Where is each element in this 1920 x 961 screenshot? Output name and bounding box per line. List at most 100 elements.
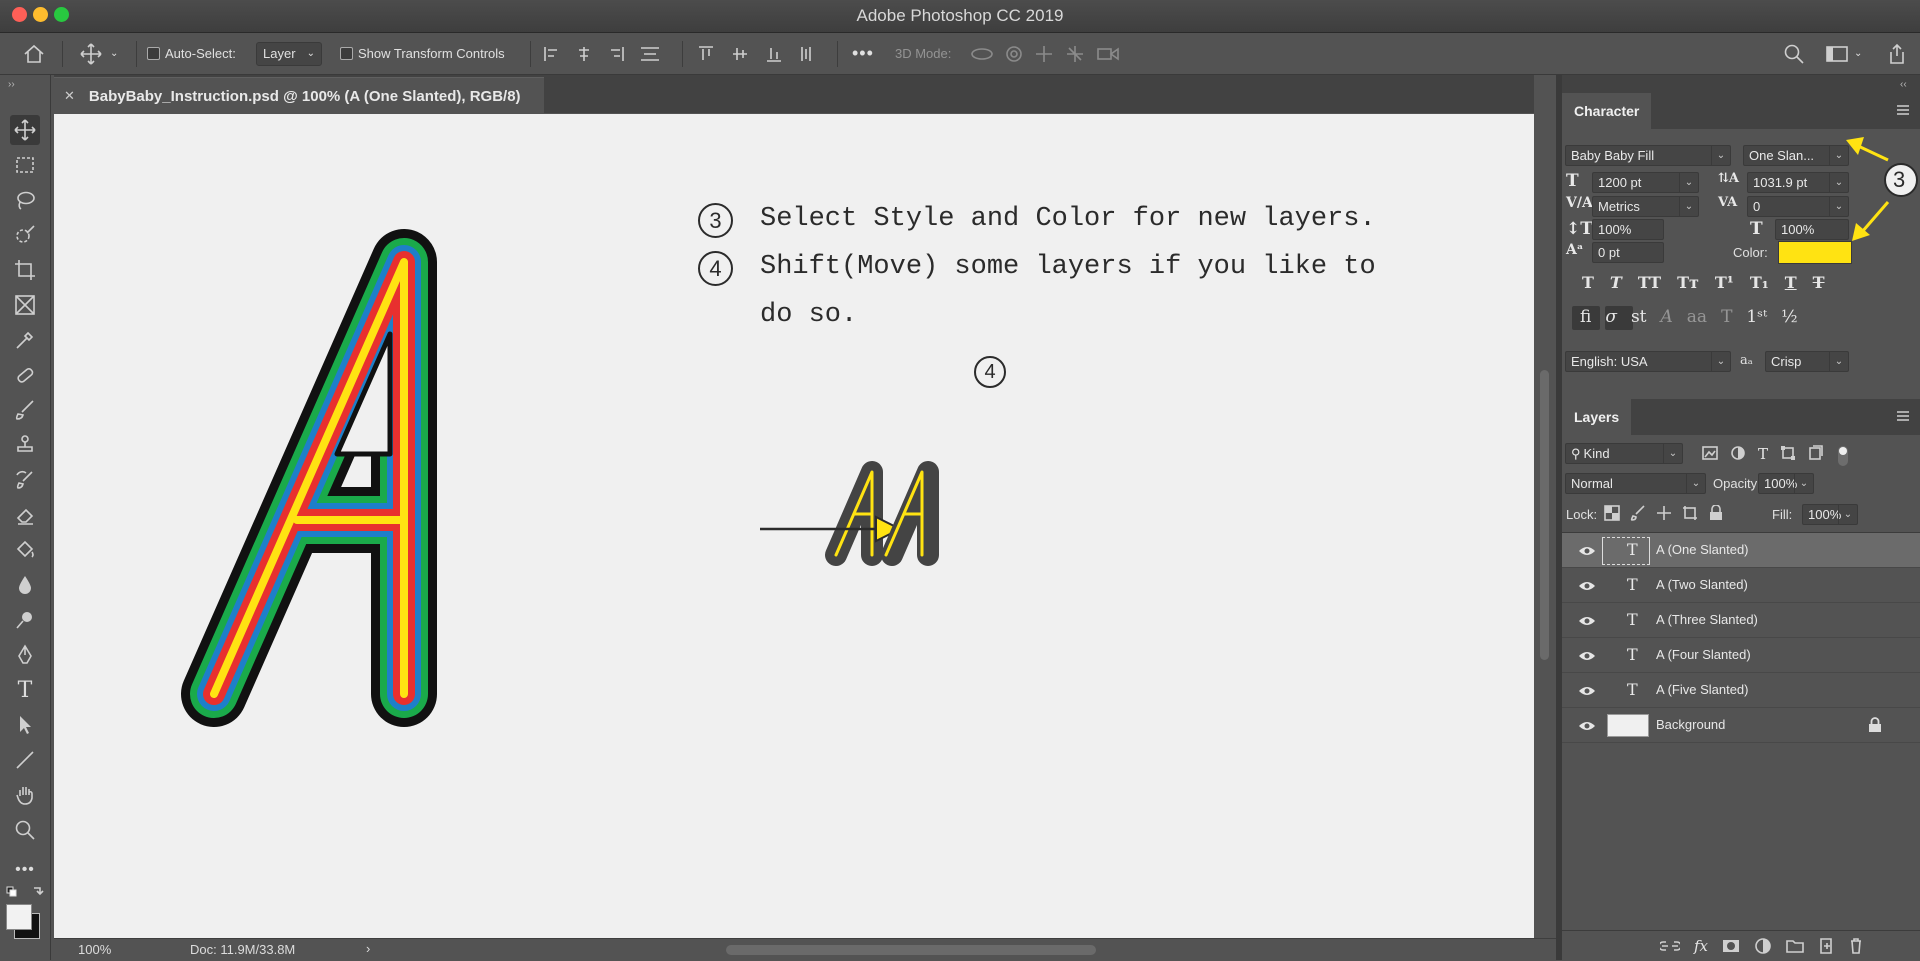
filter-toggle-icon[interactable]	[1836, 445, 1850, 467]
link-layers-icon[interactable]	[1660, 939, 1680, 953]
baseline-shift-field[interactable]: 0 pt	[1592, 242, 1664, 263]
stylistic-alternates-icon[interactable]: A	[1661, 307, 1673, 327]
layer-filter-select[interactable]: ⚲ Kind ⌄	[1565, 443, 1683, 464]
eyedropper-tool-icon[interactable]	[10, 325, 40, 355]
lock-image-pixels-icon[interactable]	[1630, 505, 1646, 521]
collapse-dock-icon[interactable]: ‹‹	[1900, 79, 1907, 90]
filter-adjustment-icon[interactable]	[1730, 445, 1746, 461]
contextual-alternates-icon[interactable]: T	[1721, 307, 1732, 327]
superscript-icon[interactable]: T¹	[1715, 273, 1734, 292]
fractions-icon[interactable]: ½	[1781, 307, 1797, 327]
layer-row[interactable]: T A (Five Slanted)	[1562, 673, 1920, 708]
status-menu-chevron-icon[interactable]: ›	[366, 941, 370, 956]
path-selection-tool-icon[interactable]	[10, 710, 40, 740]
layer-row[interactable]: T A (One Slanted)	[1562, 533, 1920, 568]
layer-name[interactable]: A (Two Slanted)	[1656, 577, 1748, 592]
align-top-icon[interactable]	[697, 45, 715, 63]
close-tab-icon[interactable]: ✕	[64, 88, 75, 104]
subscript-icon[interactable]: T₁	[1750, 273, 1769, 292]
layer-name[interactable]: A (Four Slanted)	[1656, 647, 1751, 662]
visibility-eye-icon[interactable]	[1578, 580, 1596, 592]
chevron-down-icon[interactable]: ⌄	[110, 48, 118, 59]
blend-mode-select[interactable]: Normal ⌄	[1565, 473, 1706, 494]
ordinals-icon[interactable]: 1ˢᵗ	[1746, 307, 1767, 327]
brush-tool-icon[interactable]	[10, 395, 40, 425]
old-style-icon[interactable]: σ	[1605, 307, 1617, 327]
zoom-tool-icon[interactable]	[10, 815, 40, 845]
search-icon[interactable]	[1783, 33, 1805, 74]
move-tool-preset-icon[interactable]: ⌄	[80, 33, 118, 74]
vertical-scroll-thumb[interactable]	[1540, 370, 1549, 660]
small-caps-icon[interactable]: Tᴛ	[1677, 273, 1699, 292]
3d-camera-icon[interactable]	[1096, 45, 1120, 63]
underline-icon[interactable]: T	[1785, 273, 1797, 292]
horizontal-scroll-thumb[interactable]	[726, 945, 1096, 955]
align-hcenter-icon[interactable]	[575, 45, 593, 63]
distribute-icon[interactable]	[639, 45, 661, 63]
auto-select-checkbox[interactable]: Auto-Select:	[147, 33, 236, 74]
eraser-tool-icon[interactable]	[10, 500, 40, 530]
document-canvas[interactable]: 3 Select Style and Color for new layers.…	[54, 114, 1534, 938]
edit-toolbar-icon[interactable]: •••	[10, 855, 40, 885]
3d-slide-icon[interactable]	[1064, 44, 1086, 64]
healing-brush-tool-icon[interactable]	[10, 360, 40, 390]
new-layer-icon[interactable]	[1818, 937, 1834, 955]
layer-name[interactable]: A (One Slanted)	[1656, 542, 1749, 557]
lock-position-icon[interactable]	[1656, 505, 1672, 521]
type-tool-icon[interactable]: T	[10, 675, 40, 705]
dodge-tool-icon[interactable]	[10, 605, 40, 635]
frame-tool-icon[interactable]	[10, 290, 40, 320]
vertical-scale-field[interactable]: 100%	[1592, 219, 1664, 240]
lock-all-icon[interactable]	[1708, 505, 1724, 521]
zoom-level[interactable]: 100%	[78, 942, 111, 957]
hand-tool-icon[interactable]	[10, 780, 40, 810]
delete-layer-icon[interactable]	[1848, 937, 1864, 955]
line-tool-icon[interactable]	[10, 745, 40, 775]
swash-icon[interactable]: st	[1631, 307, 1647, 327]
filter-type-icon[interactable]: T	[1758, 445, 1768, 467]
filter-shape-icon[interactable]	[1780, 445, 1796, 461]
layer-row[interactable]: T A (Four Slanted)	[1562, 638, 1920, 673]
blur-tool-icon[interactable]	[10, 570, 40, 600]
faux-italic-icon[interactable]: T	[1610, 273, 1622, 292]
visibility-eye-icon[interactable]	[1578, 685, 1596, 697]
filter-pixel-icon[interactable]	[1702, 445, 1718, 461]
crop-tool-icon[interactable]	[10, 255, 40, 285]
swap-colors-icon[interactable]	[6, 885, 46, 904]
filter-smart-object-icon[interactable]	[1808, 445, 1824, 461]
visibility-eye-icon[interactable]	[1578, 720, 1596, 732]
marquee-tool-icon[interactable]	[10, 150, 40, 180]
new-adjustment-layer-icon[interactable]	[1754, 937, 1772, 955]
opacity-field[interactable]: 100% ⌄	[1758, 473, 1814, 494]
fill-field[interactable]: 100% ⌄	[1802, 504, 1858, 525]
new-group-icon[interactable]	[1786, 938, 1804, 954]
collapse-panel-icon[interactable]: ››	[8, 79, 15, 90]
font-size-select[interactable]: 1200 pt ⌄	[1592, 172, 1699, 193]
quick-selection-tool-icon[interactable]	[10, 220, 40, 250]
pen-tool-icon[interactable]	[10, 640, 40, 670]
clone-stamp-tool-icon[interactable]	[10, 430, 40, 460]
layer-name[interactable]: Background	[1656, 717, 1725, 732]
language-select[interactable]: English: USA ⌄	[1565, 351, 1731, 372]
3d-pan-icon[interactable]	[1034, 44, 1054, 64]
document-tab[interactable]: ✕ BabyBaby_Instruction.psd @ 100% (A (On…	[54, 77, 544, 114]
tab-character[interactable]: Character	[1562, 93, 1652, 129]
history-brush-tool-icon[interactable]	[10, 465, 40, 495]
layer-row[interactable]: Background	[1562, 708, 1920, 743]
titling-alternates-icon[interactable]: aa	[1687, 307, 1707, 327]
paint-bucket-tool-icon[interactable]	[10, 535, 40, 565]
move-tool-icon[interactable]	[10, 115, 40, 145]
layer-name[interactable]: A (Five Slanted)	[1656, 682, 1749, 697]
share-icon[interactable]	[1886, 33, 1908, 74]
font-family-select[interactable]: Baby Baby Fill ⌄	[1565, 145, 1731, 166]
visibility-eye-icon[interactable]	[1578, 650, 1596, 662]
strikethrough-icon[interactable]: T	[1813, 273, 1825, 292]
lasso-tool-icon[interactable]	[10, 185, 40, 215]
align-bottom-icon[interactable]	[765, 45, 783, 63]
character-panel-menu-icon[interactable]	[1896, 103, 1910, 121]
more-options-icon[interactable]: •••	[852, 33, 874, 74]
antialias-select[interactable]: Crisp ⌄	[1765, 351, 1849, 372]
lock-artboard-icon[interactable]	[1682, 505, 1698, 521]
faux-bold-icon[interactable]: T	[1582, 273, 1594, 292]
home-icon[interactable]	[22, 33, 46, 74]
